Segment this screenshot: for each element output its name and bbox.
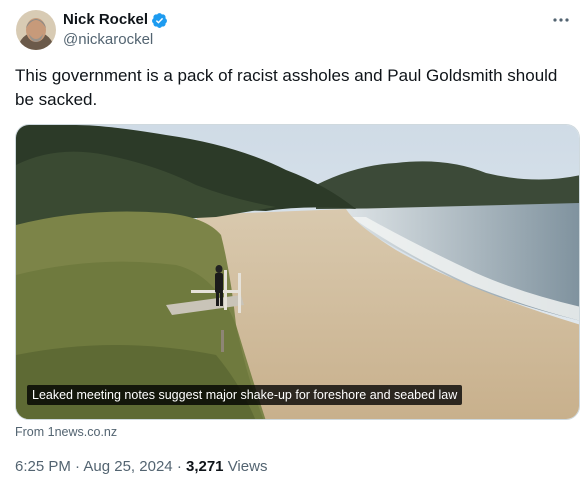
tweet-text: This government is a pack of racist assh… [15, 66, 558, 109]
meta-separator: · [176, 458, 186, 475]
author-handle[interactable]: @nickarockel [63, 30, 153, 50]
media-card[interactable]: Leaked meeting notes suggest major shake… [15, 124, 580, 420]
views-count: 3,271 [185, 458, 224, 475]
tweet-date[interactable]: Aug 25, 2024 [83, 458, 172, 475]
views-label: Views [227, 458, 268, 475]
author-name-text[interactable]: Nick Rockel [63, 10, 148, 30]
author-name[interactable]: Nick Rockel [63, 10, 168, 30]
link-source[interactable]: From 1news.co.nz [15, 425, 117, 439]
more-dots-icon [553, 18, 569, 22]
tweet-meta: 6:25 PM · Aug 25, 2024 · 3,271 Views [15, 457, 267, 477]
beach-photo [16, 125, 579, 419]
avatar[interactable] [16, 10, 56, 50]
more-options-button[interactable] [551, 10, 571, 30]
avatar-image [16, 10, 56, 50]
verified-badge-icon [152, 12, 167, 28]
media-caption: Leaked meeting notes suggest major shake… [27, 385, 463, 405]
tweet-time[interactable]: 6:25 PM [15, 458, 71, 475]
